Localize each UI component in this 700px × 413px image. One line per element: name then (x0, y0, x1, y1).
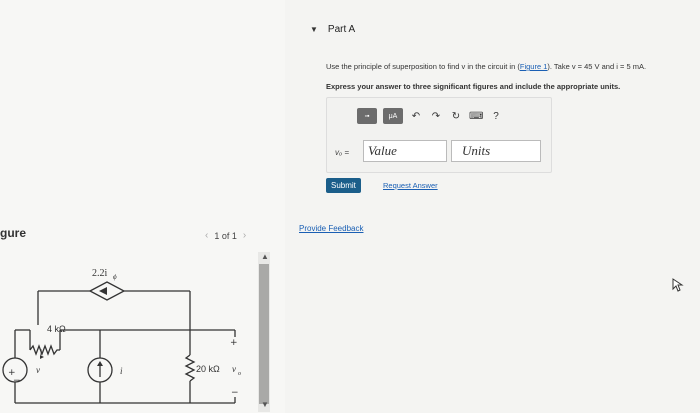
current-label: i (40, 348, 42, 357)
figure-next-button[interactable]: › (243, 230, 246, 241)
vo-plus: + (230, 338, 238, 348)
math-toolbar: ▫▪ μA ↶ ↷ ↻ ⌨ ? (357, 108, 503, 124)
vo-minus: − (231, 388, 239, 398)
keyboard-icon[interactable]: ⌨ (469, 111, 483, 122)
figure-navigation: ‹ 1 of 1 › (205, 230, 246, 241)
vsource-label: v (36, 365, 40, 375)
units-input[interactable]: Units (451, 140, 541, 162)
dep-source-sub: ϕ (113, 273, 117, 281)
circuit-diagram: + − v 2.2i ϕ 4 kΩ i i 20 kΩ + v o − (2, 268, 241, 404)
question-mid: in the circuit in ( (465, 62, 520, 71)
variable-label: vₒ = (335, 148, 350, 157)
figure-label: gure (0, 226, 27, 240)
units-button[interactable]: μA (383, 108, 403, 124)
reset-icon[interactable]: ↻ (449, 111, 463, 122)
figure-panel: gure ‹ 1 of 1 › + − v 2.2i ϕ 4 kΩ i i 20… (0, 0, 285, 413)
scroll-thumb[interactable] (259, 264, 269, 404)
submit-button[interactable]: Submit (326, 178, 361, 193)
figure-prev-button[interactable]: ‹ (205, 230, 208, 241)
scroll-up-icon[interactable]: ▲ (261, 252, 269, 261)
question-panel: ▼ Part A Use the principle of superposit… (290, 0, 700, 413)
mouse-cursor-icon (672, 278, 684, 292)
part-header[interactable]: ▼ Part A (310, 24, 355, 35)
collapse-triangle-icon[interactable]: ▼ (310, 25, 318, 34)
dep-source-label: 2.2i (92, 268, 108, 279)
vo-label: v (232, 364, 236, 374)
request-answer-link[interactable]: Request Answer (383, 181, 438, 190)
redo-icon[interactable]: ↷ (429, 111, 443, 122)
template-button[interactable]: ▫▪ (357, 108, 377, 124)
resistor2-label: 20 kΩ (196, 364, 220, 374)
figure-link[interactable]: Figure 1 (520, 62, 548, 71)
question-pre: Use the principle of superposition to fi… (326, 62, 466, 71)
provide-feedback-link[interactable]: Provide Feedback (299, 224, 363, 233)
instruction-text: Express your answer to three significant… (326, 82, 621, 91)
value-input[interactable]: Value (363, 140, 447, 162)
figure-counter: 1 of 1 (214, 230, 237, 241)
answer-box: ▫▪ μA ↶ ↷ ↻ ⌨ ? vₒ = Value Units (326, 97, 552, 173)
part-title: Part A (327, 24, 356, 35)
help-icon[interactable]: ? (489, 111, 503, 122)
question-text: Use the principle of superposition to fi… (326, 62, 646, 71)
resistor1-label: 4 kΩ (47, 324, 66, 334)
isource-label: i (120, 366, 123, 376)
scroll-down-icon[interactable]: ▼ (261, 400, 269, 409)
vo-sub: o (238, 371, 241, 377)
question-post: ). Take v = 45 V and i = 5 mA. (547, 62, 647, 71)
figure-scrollbar[interactable]: ▲ ▼ (258, 252, 270, 412)
undo-icon[interactable]: ↶ (409, 111, 423, 122)
vsource-minus: − (13, 376, 21, 386)
